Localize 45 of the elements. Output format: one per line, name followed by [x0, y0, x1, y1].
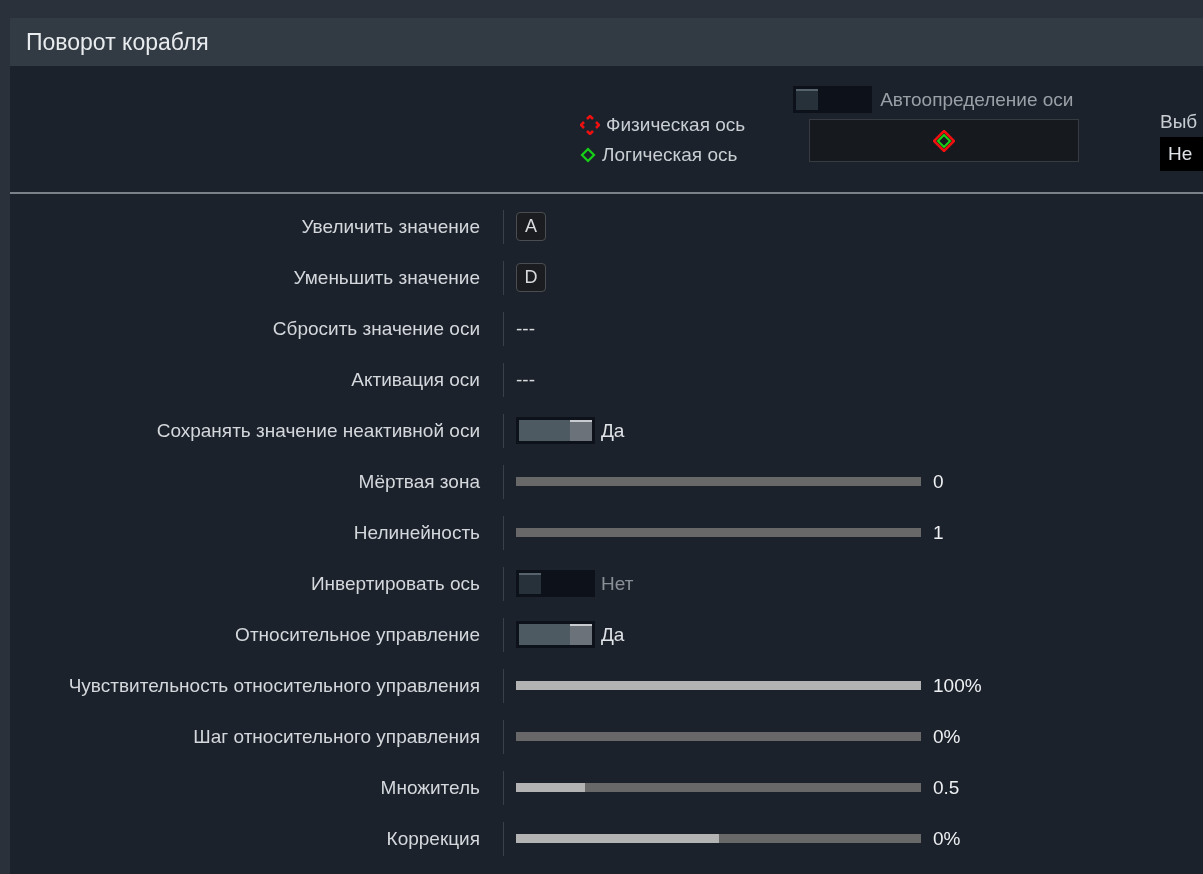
setting-label: Инвертировать ось [310, 572, 480, 595]
setting-label: Чувствительность относительного управления [68, 674, 480, 697]
binding-value[interactable]: --- [516, 317, 535, 340]
toggle-switch[interactable] [516, 570, 595, 597]
toggle-value: Нет [601, 572, 634, 595]
setting-label: Множитель [380, 776, 480, 799]
slider-value: 0% [933, 725, 961, 748]
setting-label: Шаг относительного управления [193, 725, 480, 748]
arrows-icon [580, 115, 600, 135]
key-button[interactable]: A [516, 212, 546, 241]
key-button[interactable]: D [516, 263, 546, 292]
slider-value: 1 [933, 521, 944, 544]
slider-value: 0 [933, 470, 944, 493]
setting-label: Уменьшить значение [293, 266, 480, 289]
slider[interactable] [516, 834, 921, 843]
diamond-icon [580, 147, 596, 163]
device-dropdown[interactable]: Не [1160, 137, 1203, 171]
axis-marker-icon [933, 129, 956, 152]
legend-label: Физическая ось [606, 114, 746, 136]
setting-label: Коррекция [386, 827, 480, 850]
slider[interactable] [516, 681, 921, 690]
toggle-label: Автоопределение оси [880, 88, 1074, 111]
setting-label: Мёртвая зона [358, 470, 480, 493]
slider-value: 100% [933, 674, 982, 697]
binding-value[interactable]: --- [516, 368, 535, 391]
legend-label: Логическая ось [602, 144, 738, 166]
slider[interactable] [516, 528, 921, 537]
setting-label: Относительное управление [235, 623, 480, 646]
setting-label: Сбросить значение оси [272, 317, 480, 340]
slider[interactable] [516, 732, 921, 741]
slider-value: 0.5 [933, 776, 960, 799]
toggle-value: Да [601, 419, 625, 442]
toggle-value: Да [601, 623, 625, 646]
window-title: Поворот корабля [26, 28, 209, 56]
setting-label: Сохранять значение неактивной оси [156, 419, 480, 442]
setting-label: Активация оси [351, 368, 480, 391]
toggle-switch[interactable] [793, 86, 873, 113]
slider[interactable] [516, 477, 921, 486]
setting-label: Увеличить значение [301, 215, 480, 238]
toggle-switch[interactable] [516, 621, 595, 648]
toggle-switch[interactable] [516, 417, 595, 444]
device-label: Выб [1160, 111, 1199, 133]
slider-value: 0% [933, 827, 961, 850]
slider[interactable] [516, 783, 921, 792]
setting-label: Нелинейность [353, 521, 480, 544]
